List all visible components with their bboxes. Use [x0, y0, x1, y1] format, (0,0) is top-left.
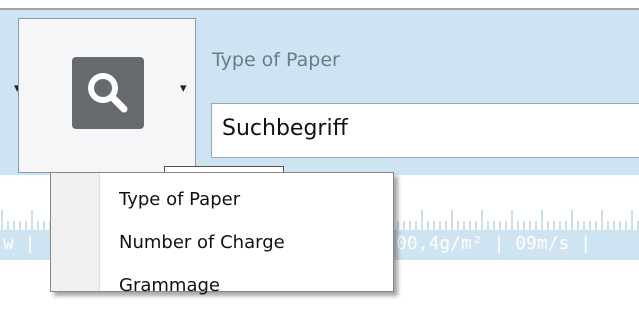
- status-right-text: 00,4g/m² | 09m/s |: [396, 233, 592, 254]
- search-button-tile[interactable]: [72, 57, 144, 129]
- menu-icon-gutter: [51, 173, 100, 291]
- window-top-border: [0, 0, 639, 10]
- menu-item-grammage[interactable]: Grammage: [119, 275, 220, 296]
- menu-item-number-of-charge[interactable]: Number of Charge: [119, 232, 285, 253]
- search-dropdown-caret[interactable]: ▾: [180, 82, 187, 95]
- menu-item-type-of-paper[interactable]: Type of Paper: [119, 189, 240, 210]
- search-icon: [88, 73, 128, 113]
- search-field-menu: Type of Paper Number of Charge Grammage: [50, 172, 394, 296]
- search-field-label: Type of Paper: [212, 49, 340, 71]
- status-left-text: w |: [3, 233, 36, 254]
- search-input[interactable]: Suchbegriff: [211, 103, 639, 158]
